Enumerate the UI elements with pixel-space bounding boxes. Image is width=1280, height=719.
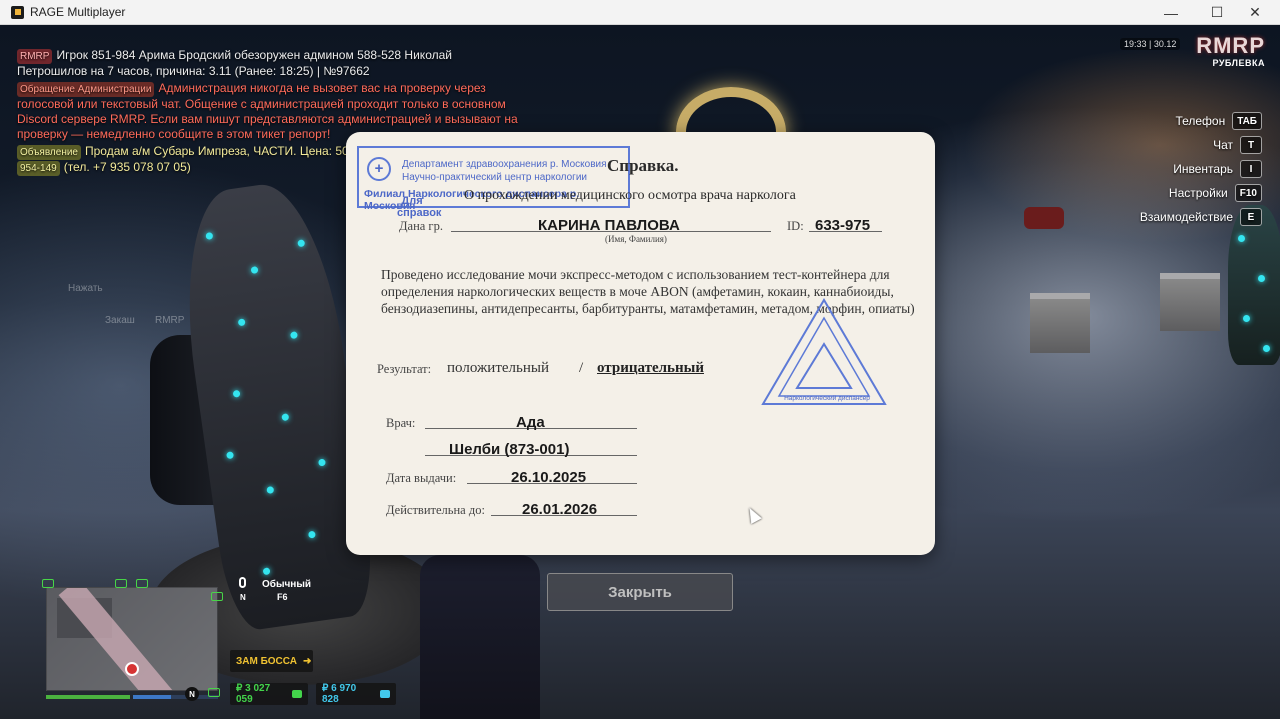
close-button[interactable]: Закрыть xyxy=(547,573,733,611)
triangle-stamp xyxy=(761,298,887,405)
medical-certificate: + Департамент здравоохранения р. Москови… xyxy=(346,132,935,555)
voice-hotkey: F6 xyxy=(277,592,288,602)
concrete-bollard xyxy=(1030,293,1090,353)
valid-until-date: 26.01.2026 xyxy=(522,501,598,518)
result-separator: / xyxy=(579,360,584,376)
garage-icon xyxy=(211,592,223,601)
server-name: РУБЛЕВКА xyxy=(1212,58,1265,68)
doctor-first-name: Ада xyxy=(516,414,545,431)
hotkey: T xyxy=(1240,136,1262,154)
doctor-last-name: Шелби (873-001) xyxy=(449,441,570,458)
id-label: ID: xyxy=(787,219,804,233)
garage-icon xyxy=(42,579,54,588)
document-subtitle: О прохождении медицинского осмотра врача… xyxy=(464,188,796,203)
result-label: Результат: xyxy=(377,362,432,376)
north-indicator: N xyxy=(185,687,199,701)
job-rank-badge: ЗАМ БОССА ➜ xyxy=(230,650,313,672)
voice-indicator: Обычный N F6 xyxy=(235,577,315,605)
stamp-line: Научно-практический центр наркологии xyxy=(402,172,588,183)
hotkey: I xyxy=(1240,160,1262,178)
server-logo: RMRP РУБЛЕВКА xyxy=(1180,33,1265,69)
doctor-label: Врач: xyxy=(386,416,416,430)
arrow-right-icon: ➜ xyxy=(302,655,312,667)
armor-bar xyxy=(133,695,218,699)
result-positive: положительный xyxy=(447,360,550,376)
stamp-line: Департамент здравоохранения р. Московия xyxy=(402,159,607,170)
result-negative: отрицательный xyxy=(597,360,704,376)
chat-tag: Объявление xyxy=(17,145,81,160)
name-caption: (Имя, Фамилия) xyxy=(605,234,667,244)
armor-fill xyxy=(133,695,172,699)
valid-until-label: Действительна до: xyxy=(386,503,485,517)
window-titlebar: RAGE Multiplayer — ☐ ✕ xyxy=(0,0,1280,25)
scene-label: Нажать xyxy=(68,283,103,294)
garage-icon xyxy=(115,579,127,588)
chat-message: RMRP Игрок 851-984 Арима Бродский обезору… xyxy=(17,48,522,79)
bank-amount: ₽ 6 970 828 xyxy=(322,683,357,705)
scene-label: Закаш xyxy=(105,315,135,326)
app-icon xyxy=(11,5,24,19)
wallet-icon xyxy=(292,690,302,698)
card-icon xyxy=(380,690,390,698)
stamp-bottom-text: Наркологический диспансер xyxy=(784,395,870,402)
player-marker-icon xyxy=(125,662,139,676)
menu-item-phone[interactable]: Телефон TAБ xyxy=(1140,111,1262,131)
hotkey: TAБ xyxy=(1232,112,1262,130)
issued-to-label: Дана гр. xyxy=(399,219,443,233)
cash-balance: ₽ 3 027 059 xyxy=(230,683,308,705)
menu-item-chat[interactable]: Чат T xyxy=(1140,135,1262,155)
player-character xyxy=(420,555,540,719)
background-car xyxy=(1024,207,1064,229)
health-bar xyxy=(46,695,130,699)
rank-label: ЗАМ БОССА xyxy=(236,655,297,667)
medical-cross-icon: + xyxy=(367,157,391,181)
issue-date: 26.10.2025 xyxy=(511,469,587,486)
logo-text: RMRP xyxy=(1196,33,1265,58)
hud-clock: 19:33 | 30.12 xyxy=(1120,38,1181,50)
stamp-center-text: Для справок xyxy=(397,195,442,219)
voice-indicator-letter: N xyxy=(240,593,246,602)
cash-amount: ₽ 3 027 059 xyxy=(236,683,271,705)
menu-label: Телефон xyxy=(1175,114,1226,128)
scene-label: RMRP xyxy=(155,315,185,326)
chat-tag: RMRP xyxy=(17,49,53,64)
menu-item-interaction[interactable]: Взаимодействие E xyxy=(1140,207,1262,227)
patient-id: 633-975 xyxy=(815,217,871,234)
menu-label: Чат xyxy=(1213,138,1233,152)
menu-label: Инвентарь xyxy=(1173,162,1233,176)
minimize-button[interactable]: — xyxy=(1148,0,1194,25)
menu-label: Взаимодействие xyxy=(1139,210,1233,224)
chat-contact: (тел. +7 935 078 07 05) xyxy=(63,160,191,174)
hotkey: F10 xyxy=(1234,184,1262,202)
chat-text: Игрок 851-984 Арима Бродский обезоружен … xyxy=(17,48,452,78)
bank-balance: ₽ 6 970 828 xyxy=(316,683,396,705)
map-road xyxy=(58,588,182,690)
document-title: Справка. xyxy=(607,156,679,175)
patient-name: КАРИНА ПАВЛОВА xyxy=(538,217,680,234)
window-title: RAGE Multiplayer xyxy=(30,5,126,19)
minimap xyxy=(46,587,218,691)
microphone-icon xyxy=(239,577,246,588)
window-close-button[interactable]: ✕ xyxy=(1232,0,1278,25)
chat-tag: Обращение Администрации xyxy=(17,82,155,97)
concrete-bollard xyxy=(1160,273,1220,331)
voice-mode: Обычный xyxy=(262,579,312,590)
chat-phone: 954-149 xyxy=(17,161,60,176)
garage-icon xyxy=(136,579,148,588)
menu-item-inventory[interactable]: Инвентарь I xyxy=(1140,159,1262,179)
menu-label: Настройки xyxy=(1168,186,1228,200)
garage-icon xyxy=(208,688,220,697)
menu-item-settings[interactable]: Настройки F10 xyxy=(1140,183,1262,203)
hotkey-menu: Телефон TAБ Чат T Инвентарь I Настройки F10 … xyxy=(1140,111,1262,231)
hotkey: E xyxy=(1240,208,1262,226)
issue-date-label: Дата выдачи: xyxy=(386,471,457,485)
